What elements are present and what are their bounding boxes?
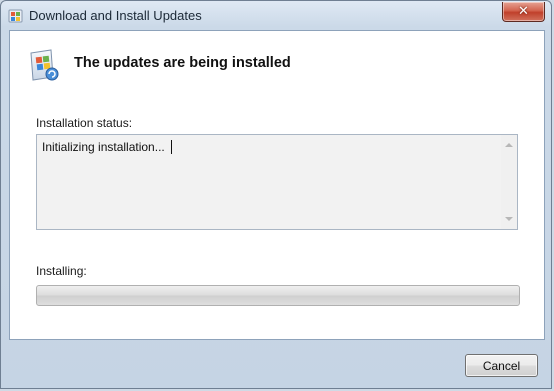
update-dialog-window: Download and Install Updates ✕ The updat… [0,0,552,389]
windows-update-icon [30,49,59,81]
status-text-value: Initializing installation... [42,140,165,154]
title-bar[interactable]: Download and Install Updates ✕ [1,1,551,31]
close-icon: ✕ [518,4,529,19]
installation-status-label: Installation status: [36,116,133,130]
installing-label: Installing: [36,264,87,278]
vertical-scrollbar[interactable] [501,135,517,229]
scroll-up-arrow-icon[interactable] [505,143,513,147]
content-panel: The updates are being installed Installa… [9,30,545,340]
installation-status-textbox[interactable]: Initializing installation... [36,134,518,230]
installation-status-text: Initializing installation... [42,140,172,154]
installation-progress-bar [36,285,520,306]
page-heading: The updates are being installed [74,55,291,71]
cancel-button[interactable]: Cancel [465,354,538,377]
text-caret [170,140,172,154]
close-button[interactable]: ✕ [502,2,545,22]
scroll-down-arrow-icon[interactable] [505,217,513,221]
window-title: Download and Install Updates [29,8,202,23]
windows-update-icon [8,9,23,23]
